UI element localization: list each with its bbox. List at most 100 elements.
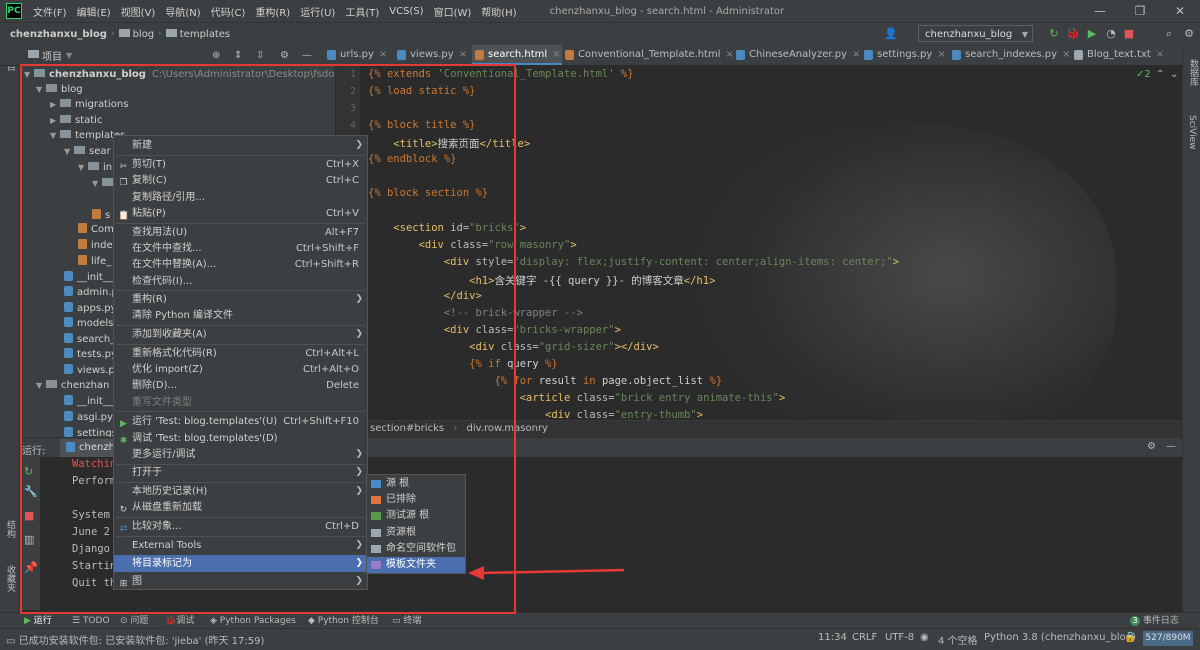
lock-icon[interactable]: 🔒	[1124, 632, 1136, 643]
debug-icon[interactable]: 🐞	[1066, 27, 1080, 41]
line-separator[interactable]: CRLF	[852, 632, 877, 643]
python-file-icon	[952, 50, 961, 60]
menu-run[interactable]: 运行(U)	[295, 4, 340, 19]
project-panel-title[interactable]: 项目	[42, 48, 62, 63]
inspection-ok-icon[interactable]: ✓2	[1136, 69, 1151, 80]
sciview-tool-button[interactable]: SciView	[1187, 115, 1197, 150]
close-tab-icon[interactable]: ×	[852, 49, 860, 60]
annotation-arrow-icon	[468, 566, 625, 580]
pycharm-logo-icon: PC	[6, 3, 22, 19]
navigation-bar: chenzhanxu_blog › blog › templates 👤 che…	[0, 22, 1200, 45]
menu-window[interactable]: 窗口(W)	[429, 4, 477, 19]
breadcrumb-project[interactable]: chenzhanxu_blog	[6, 29, 111, 40]
locate-icon[interactable]: ⊕	[212, 50, 220, 61]
bug-icon: 🐞	[165, 616, 177, 626]
maximize-button[interactable]: ❐	[1120, 0, 1160, 22]
close-tab-icon[interactable]: ×	[937, 49, 945, 60]
status-message[interactable]: ▭ 已成功安装软件包: 已安装软件包: 'jieba' (昨天 17:59)	[6, 632, 264, 647]
close-tab-icon[interactable]: ×	[1156, 49, 1164, 60]
gear-icon[interactable]: ⚙	[280, 50, 289, 61]
menu-vcs[interactable]: VCS(S)	[384, 6, 428, 17]
status-bar: ▭ 已成功安装软件包: 已安装软件包: 'jieba' (昨天 17:59) 1…	[0, 628, 1200, 650]
settings-icon[interactable]: ⚙	[1182, 27, 1196, 41]
package-icon: ◈	[210, 616, 220, 626]
python-file-icon	[864, 50, 873, 60]
annotation-highlight-box	[20, 64, 516, 614]
chevron-up-icon[interactable]: ⌃	[1156, 69, 1164, 80]
tab-search-indexes[interactable]: search_indexes.py ×	[949, 45, 1087, 65]
menu-refactor[interactable]: 重构(R)	[250, 4, 295, 19]
python-file-icon	[736, 50, 745, 60]
breadcrumb-templates[interactable]: templates	[162, 28, 234, 40]
close-tab-icon[interactable]: ×	[459, 49, 467, 60]
tab-search-html[interactable]: search.html ×	[472, 45, 562, 65]
menu-edit[interactable]: 编辑(E)	[72, 4, 116, 19]
tab-blog-text[interactable]: Blog_text.txt ×	[1071, 45, 1195, 65]
problems-icon: ⊙	[120, 616, 131, 626]
terminal-icon: ▭	[392, 616, 404, 626]
readonly-lock-icon[interactable]: ◉	[920, 632, 929, 643]
window-title: chenzhanxu_blog - search.html - Administ…	[549, 5, 785, 17]
python-file-icon	[327, 50, 336, 60]
hide-panel-icon[interactable]: —	[1166, 441, 1176, 452]
memory-indicator[interactable]: 527/890M	[1143, 631, 1193, 646]
chevron-down-icon: ▼	[1021, 30, 1028, 39]
search-icon[interactable]: ⌕	[1162, 27, 1176, 41]
close-tab-icon[interactable]: ×	[552, 49, 560, 60]
python-file-icon	[397, 50, 406, 60]
folder-icon	[28, 50, 39, 58]
breadcrumb-blog[interactable]: blog	[115, 28, 159, 40]
close-tab-icon[interactable]: ×	[1062, 49, 1070, 60]
menu-navigate[interactable]: 导航(N)	[160, 4, 205, 19]
collapse-all-icon[interactable]: ⇳	[256, 50, 264, 61]
file-encoding[interactable]: UTF-8	[885, 632, 914, 643]
expand-all-icon[interactable]: ⇕	[234, 50, 242, 61]
user-icon[interactable]: 👤	[884, 27, 898, 41]
folder-icon	[118, 28, 130, 37]
editor-background-image	[696, 125, 1116, 420]
run-icon: ▶	[24, 616, 34, 626]
python-interpreter[interactable]: Python 3.8 (chenzhanxu_blog)	[984, 632, 1136, 643]
menu-bar: PC 文件(F) 编辑(E) 视图(V) 导航(N) 代码(C) 重构(R) 运…	[0, 0, 1200, 22]
coverage-icon[interactable]: ▶	[1085, 27, 1099, 41]
menu-code[interactable]: 代码(C)	[206, 4, 251, 19]
editor-tabs-row: 项目 ▼ ⊕ ⇕ ⇳ ⚙ — urls.py × views.py × search…	[0, 45, 1182, 66]
close-window-button[interactable]: ✕	[1160, 0, 1200, 22]
run-configuration-select[interactable]: chenzhanxu_blog ▼	[918, 25, 1033, 42]
html-file-icon	[475, 50, 484, 60]
tool-tab-python-packages[interactable]: ◈ Python Packages	[210, 614, 296, 628]
gear-icon[interactable]: ⚙	[1147, 441, 1156, 452]
tool-tab-problems[interactable]: ⊙ 问题	[120, 614, 148, 628]
menu-view[interactable]: 视图(V)	[116, 4, 161, 19]
tool-tab-event-log[interactable]: 3 事件日志	[1130, 614, 1179, 628]
project-panel-header: 项目 ▼ ⊕ ⇕ ⇳ ⚙ —	[22, 45, 324, 65]
status-icon: ▭	[6, 636, 19, 647]
python-icon: ◆	[308, 616, 318, 626]
tab-chinese-analyzer[interactable]: ChineseAnalyzer.py ×	[733, 45, 877, 65]
rerun-icon[interactable]: ↻	[1047, 27, 1061, 41]
tool-tab-debug[interactable]: 🐞调试	[165, 614, 194, 628]
tool-tab-todo[interactable]: ☰ TODO	[72, 614, 110, 628]
structure-tool-button[interactable]: 结构	[4, 520, 17, 538]
indent-setting[interactable]: 4 个空格	[938, 632, 978, 647]
tool-tab-python-console[interactable]: ◆ Python 控制台	[308, 614, 379, 628]
left-tool-strip: 项目 结构 收藏夹	[0, 45, 20, 615]
hide-panel-icon[interactable]: —	[302, 50, 312, 61]
tool-tab-run[interactable]: ▶ 运行	[24, 614, 52, 628]
caret-position[interactable]: 11:34	[818, 632, 847, 643]
stop-icon[interactable]: ■	[1122, 27, 1136, 41]
tool-window-tabs: ▶ 运行 ☰ TODO ⊙ 问题 🐞调试 ◈ Python Packages ◆…	[0, 612, 1200, 629]
tab-conventional-template[interactable]: Conventional_Template.html ×	[562, 45, 748, 65]
chevron-down-icon[interactable]: ▼	[66, 51, 72, 60]
close-tab-icon[interactable]: ×	[379, 49, 387, 60]
favorites-tool-button[interactable]: 收藏夹	[4, 565, 17, 592]
chevron-down-icon[interactable]: ⌄	[1170, 69, 1178, 80]
profile-icon[interactable]: ◔	[1104, 27, 1118, 41]
right-tool-strip: 数据库 SciView	[1182, 45, 1200, 612]
tool-tab-terminal[interactable]: ▭ 终端	[392, 614, 421, 628]
menu-file[interactable]: 文件(F)	[28, 4, 72, 19]
menu-help[interactable]: 帮助(H)	[476, 4, 521, 19]
menu-tools[interactable]: 工具(T)	[340, 4, 384, 19]
minimize-button[interactable]: —	[1080, 0, 1120, 22]
list-icon: ☰	[72, 616, 83, 626]
